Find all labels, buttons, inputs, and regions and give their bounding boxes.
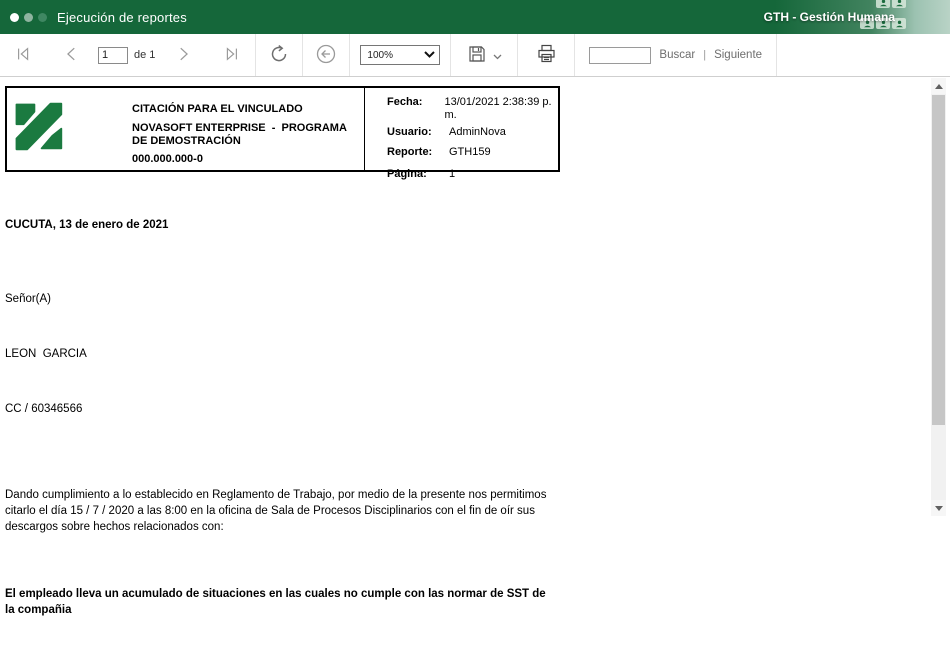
find-separator: | — [703, 49, 707, 61]
chevron-right-icon — [174, 45, 192, 66]
page-number-input[interactable] — [98, 46, 128, 64]
next-page-button[interactable] — [159, 34, 207, 76]
first-page-button[interactable] — [0, 34, 48, 76]
last-page-button[interactable] — [207, 34, 255, 76]
toolbar-separator — [776, 34, 778, 76]
report-page: CITACIÓN PARA EL VINCULADO NOVASOFT ENTE… — [5, 86, 560, 649]
report-toolbar: de 1 — [0, 34, 950, 77]
employee-name-line: LEON GARCIA — [5, 348, 87, 360]
zoom-dropdown[interactable]: 100% — [360, 45, 441, 65]
report-viewer: CITACIÓN PARA EL VINCULADO NOVASOFT ENTE… — [0, 77, 950, 649]
search-input[interactable] — [589, 46, 652, 64]
back-arrow-icon — [315, 43, 337, 68]
chevron-left-icon — [63, 45, 81, 66]
back-to-parent-button[interactable] — [303, 34, 349, 76]
page-title: Ejecución de reportes — [57, 9, 187, 25]
window-dots — [10, 12, 47, 22]
print-button[interactable] — [518, 34, 574, 76]
letter-body: CUCUTA, 13 de enero de 2021 Señor(A) LEO… — [5, 172, 554, 649]
meta-row-reporte: Reporte: GTH159 — [387, 146, 491, 158]
chevron-down-icon — [493, 48, 502, 63]
find-button[interactable]: Buscar — [659, 49, 695, 61]
module-banner: GTH - Gestión Humana — [764, 0, 950, 34]
person-icon — [876, 0, 890, 8]
salutation-line: Señor(A) — [5, 293, 52, 305]
refresh-icon — [268, 43, 290, 68]
paragraph-summons: Dando cumplimiento a lo establecido en R… — [5, 489, 550, 533]
vertical-scrollbar[interactable] — [931, 78, 946, 516]
previous-page-button[interactable] — [48, 34, 96, 76]
scroll-down-button[interactable] — [931, 500, 946, 516]
find-next-button[interactable]: Siguiente — [714, 49, 762, 61]
meta-row-fecha: Fecha: 13/01/2021 2:38:39 p. m. — [387, 96, 552, 121]
window-dot-icon — [10, 12, 19, 22]
save-icon — [467, 44, 487, 67]
meta-row-pagina: Página: 1 — [387, 168, 456, 180]
first-page-icon — [15, 45, 33, 66]
report-header-box: CITACIÓN PARA EL VINCULADO NOVASOFT ENTE… — [5, 86, 560, 180]
window-dot-icon — [38, 12, 47, 22]
company-name: NOVASOFT ENTERPRISE - PROGRAMA DE DEMOST… — [132, 122, 350, 147]
find-group: Buscar | Siguiente — [575, 46, 776, 64]
report-metadata: Fecha: 13/01/2021 2:38:39 p. m. Usuario:… — [365, 88, 558, 180]
person-icon — [892, 0, 906, 8]
page-navigation: de 1 — [0, 34, 255, 76]
page-count-label: de 1 — [134, 49, 156, 61]
company-nit: 000.000.000-0 — [132, 153, 203, 165]
window-dot-icon — [24, 12, 33, 22]
meta-row-usuario: Usuario: AdminNova — [387, 126, 506, 138]
chevron-down-icon — [424, 50, 436, 61]
last-page-icon — [222, 45, 240, 66]
title-bar: Ejecución de reportes GTH - Gestión Huma… — [0, 0, 950, 34]
report-title: CITACIÓN PARA EL VINCULADO — [132, 103, 303, 115]
scrollbar-thumb[interactable] — [932, 95, 945, 425]
printer-icon — [536, 43, 557, 67]
city-date-line: CUCUTA, 13 de enero de 2021 — [5, 219, 169, 231]
module-name: GTH - Gestión Humana — [763, 10, 895, 24]
paragraph-reason: El empleado lleva un acumulado de situac… — [5, 588, 549, 616]
export-button[interactable] — [451, 34, 517, 76]
triangle-down-icon — [934, 505, 943, 511]
employee-id-line: CC / 60346566 — [5, 403, 83, 415]
novasoft-logo-icon — [12, 97, 64, 155]
triangle-up-icon — [934, 83, 943, 89]
zoom-value: 100% — [367, 49, 393, 61]
scroll-up-button[interactable] — [931, 78, 946, 94]
refresh-button[interactable] — [256, 34, 302, 76]
